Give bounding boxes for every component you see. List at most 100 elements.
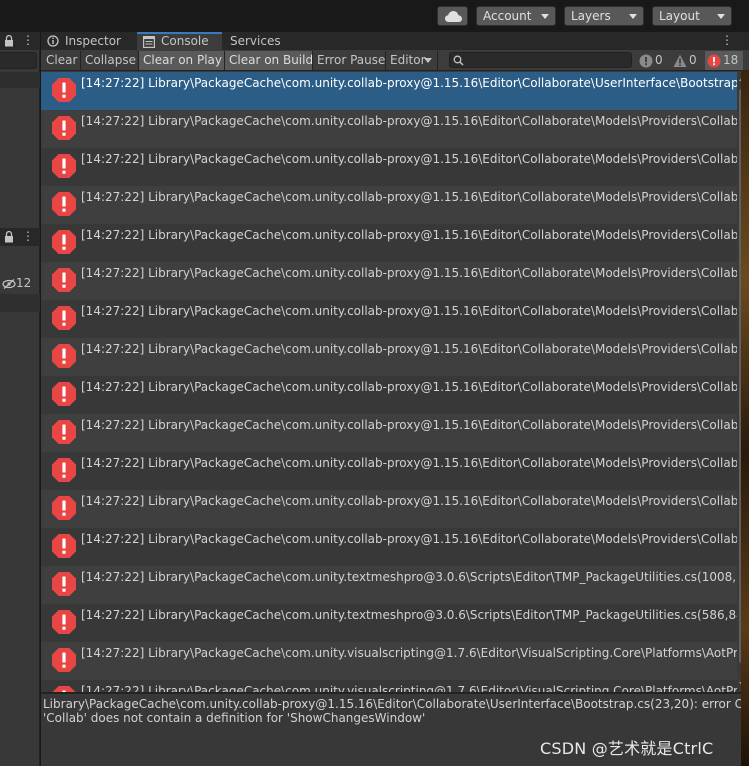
error-icon [52,344,76,368]
log-message: [14:27:22] Library\PackageCache\com.unit… [81,570,737,584]
detail-message-line: 'Collab' does not contain a definition f… [43,711,426,725]
console-window: Inspector Console Services ⋮ Clear Colla… [41,32,749,766]
kebab-menu-icon[interactable]: ⋮ [22,229,34,243]
log-message: [14:27:22] Library\PackageCache\com.unit… [81,532,737,546]
tab-console-label: Console [161,34,209,48]
hierarchy-row[interactable] [0,72,40,88]
warning-messages-toggle[interactable]: 0 [671,51,703,70]
error-icon [52,154,76,178]
eye-slash-icon [2,278,16,289]
log-entry[interactable]: [14:27:22] Library\PackageCache\com.unit… [41,680,737,692]
layers-label: Layers [571,9,611,23]
cloud-icon [445,11,462,22]
left-panel: ⋮ ⋮ 12 [0,32,40,766]
tab-services[interactable]: Services [224,32,294,50]
log-message: [14:27:22] Library\PackageCache\com.unit… [81,190,737,204]
log-message: [14:27:22] Library\PackageCache\com.unit… [81,608,737,622]
scene-view-edge [741,70,749,766]
error-count: 18 [723,53,739,67]
log-entry[interactable]: [14:27:22] Library\PackageCache\com.unit… [41,224,737,262]
kebab-menu-icon[interactable]: ⋮ [721,32,733,48]
lock-icon[interactable] [4,35,14,47]
log-entry[interactable]: [14:27:22] Library\PackageCache\com.unit… [41,72,737,110]
error-icon [52,534,76,558]
log-message: [14:27:22] Library\PackageCache\com.unit… [81,418,737,432]
error-messages-toggle[interactable]: 18 [705,51,743,70]
clear-button[interactable]: Clear [42,51,81,70]
error-icon [52,648,76,672]
error-icon [52,610,76,634]
error-icon [52,268,76,292]
account-dropdown[interactable]: Account [476,6,556,26]
log-message: [14:27:22] Library\PackageCache\com.unit… [81,152,737,166]
clear-on-play-toggle[interactable]: Clear on Play [139,51,225,70]
error-icon [52,572,76,596]
tab-console[interactable]: Console [137,32,222,50]
log-entry[interactable]: [14:27:22] Library\PackageCache\com.unit… [41,490,737,528]
tab-services-label: Services [230,34,281,48]
console-toolbar: Clear Collapse Clear on Play Clear on Bu… [41,50,749,71]
chevron-down-icon [629,14,637,19]
clear-on-build-toggle[interactable]: Clear on Build [225,51,313,70]
log-entry[interactable]: [14:27:22] Library\PackageCache\com.unit… [41,604,737,642]
error-icon [52,496,76,520]
left-panel-tabbar-2: ⋮ [0,228,40,246]
collapse-toggle[interactable]: Collapse [81,51,139,70]
tab-inspector-label: Inspector [65,34,121,48]
hidden-objects-toggle[interactable]: 12 [2,274,31,292]
log-entry[interactable]: [14:27:22] Library\PackageCache\com.unit… [41,262,737,300]
inspector-icon [47,35,59,47]
tab-inspector[interactable]: Inspector [41,32,136,50]
project-row[interactable] [0,294,40,312]
kebab-menu-icon[interactable]: ⋮ [22,33,34,47]
info-messages-toggle[interactable]: 0 [637,51,669,70]
log-entry[interactable]: [14:27:22] Library\PackageCache\com.unit… [41,452,737,490]
log-entry[interactable]: [14:27:22] Library\PackageCache\com.unit… [41,414,737,452]
log-message: [14:27:22] Library\PackageCache\com.unit… [81,114,737,128]
chevron-down-icon [717,14,725,19]
layout-dropdown[interactable]: Layout [652,6,732,26]
log-list: [14:27:22] Library\PackageCache\com.unit… [41,72,737,692]
main-toolbar: Account Layers Layout [0,0,749,32]
log-entry[interactable]: [14:27:22] Library\PackageCache\com.unit… [41,376,737,414]
log-entry[interactable]: [14:27:22] Library\PackageCache\com.unit… [41,338,737,376]
log-message: [14:27:22] Library\PackageCache\com.unit… [81,342,737,356]
layers-dropdown[interactable]: Layers [564,6,644,26]
log-entry[interactable]: [14:27:22] Library\PackageCache\com.unit… [41,642,737,680]
log-entry[interactable]: [14:27:22] Library\PackageCache\com.unit… [41,110,737,148]
tab-bar: Inspector Console Services ⋮ [41,32,749,50]
console-search-input[interactable] [449,52,632,68]
error-icon [52,382,76,406]
left-panel-tabbar: ⋮ [0,32,40,50]
error-icon [52,230,76,254]
error-icon [52,686,76,692]
cloud-button[interactable] [437,6,468,26]
log-entry[interactable]: [14:27:22] Library\PackageCache\com.unit… [41,528,737,566]
chevron-down-icon [424,58,432,63]
error-icon [52,192,76,216]
log-message: [14:27:22] Library\PackageCache\com.unit… [81,76,737,90]
log-message: [14:27:22] Library\PackageCache\com.unit… [81,456,737,470]
detail-message-line: Library\PackageCache\com.unity.collab-pr… [43,697,749,711]
error-icon [52,458,76,482]
lock-icon[interactable] [4,231,14,243]
chevron-down-icon [541,14,549,19]
warning-icon [673,54,687,67]
log-entry[interactable]: [14:27:22] Library\PackageCache\com.unit… [41,566,737,604]
error-icon [52,306,76,330]
log-message: [14:27:22] Library\PackageCache\com.unit… [81,646,737,660]
log-message: [14:27:22] Library\PackageCache\com.unit… [81,684,737,692]
error-pause-toggle[interactable]: Error Pause [313,51,386,70]
hidden-count: 12 [16,276,32,290]
log-entry[interactable]: [14:27:22] Library\PackageCache\com.unit… [41,148,737,186]
log-message: [14:27:22] Library\PackageCache\com.unit… [81,380,737,394]
error-icon [52,78,76,102]
log-message: [14:27:22] Library\PackageCache\com.unit… [81,266,737,280]
info-count: 0 [655,53,663,67]
log-entry[interactable]: [14:27:22] Library\PackageCache\com.unit… [41,300,737,338]
error-icon [707,54,721,68]
hierarchy-search-input[interactable] [0,52,37,69]
editor-dropdown[interactable]: Editor [386,51,438,70]
log-message: [14:27:22] Library\PackageCache\com.unit… [81,304,737,318]
log-entry[interactable]: [14:27:22] Library\PackageCache\com.unit… [41,186,737,224]
